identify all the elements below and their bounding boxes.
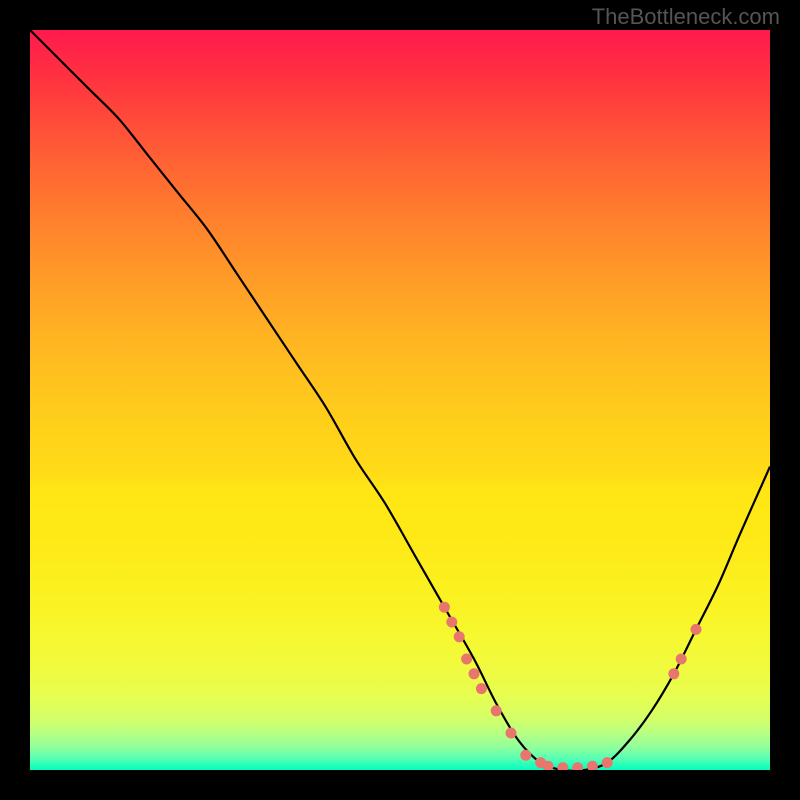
data-marker [572,762,583,770]
curve-markers [439,602,702,770]
data-marker [602,757,613,768]
data-marker [491,705,502,716]
data-marker [676,654,687,665]
data-marker [691,624,702,635]
chart-plot-area [30,30,770,770]
data-marker [454,631,465,642]
data-marker [469,668,480,679]
data-marker [557,762,568,770]
watermark-text: TheBottleneck.com [592,4,780,30]
curve-line [30,30,770,770]
data-marker [520,750,531,761]
chart-svg [30,30,770,770]
data-marker [446,617,457,628]
data-marker [668,668,679,679]
data-marker [439,602,450,613]
data-marker [461,654,472,665]
data-marker [587,761,598,770]
data-marker [476,683,487,694]
data-marker [506,728,517,739]
